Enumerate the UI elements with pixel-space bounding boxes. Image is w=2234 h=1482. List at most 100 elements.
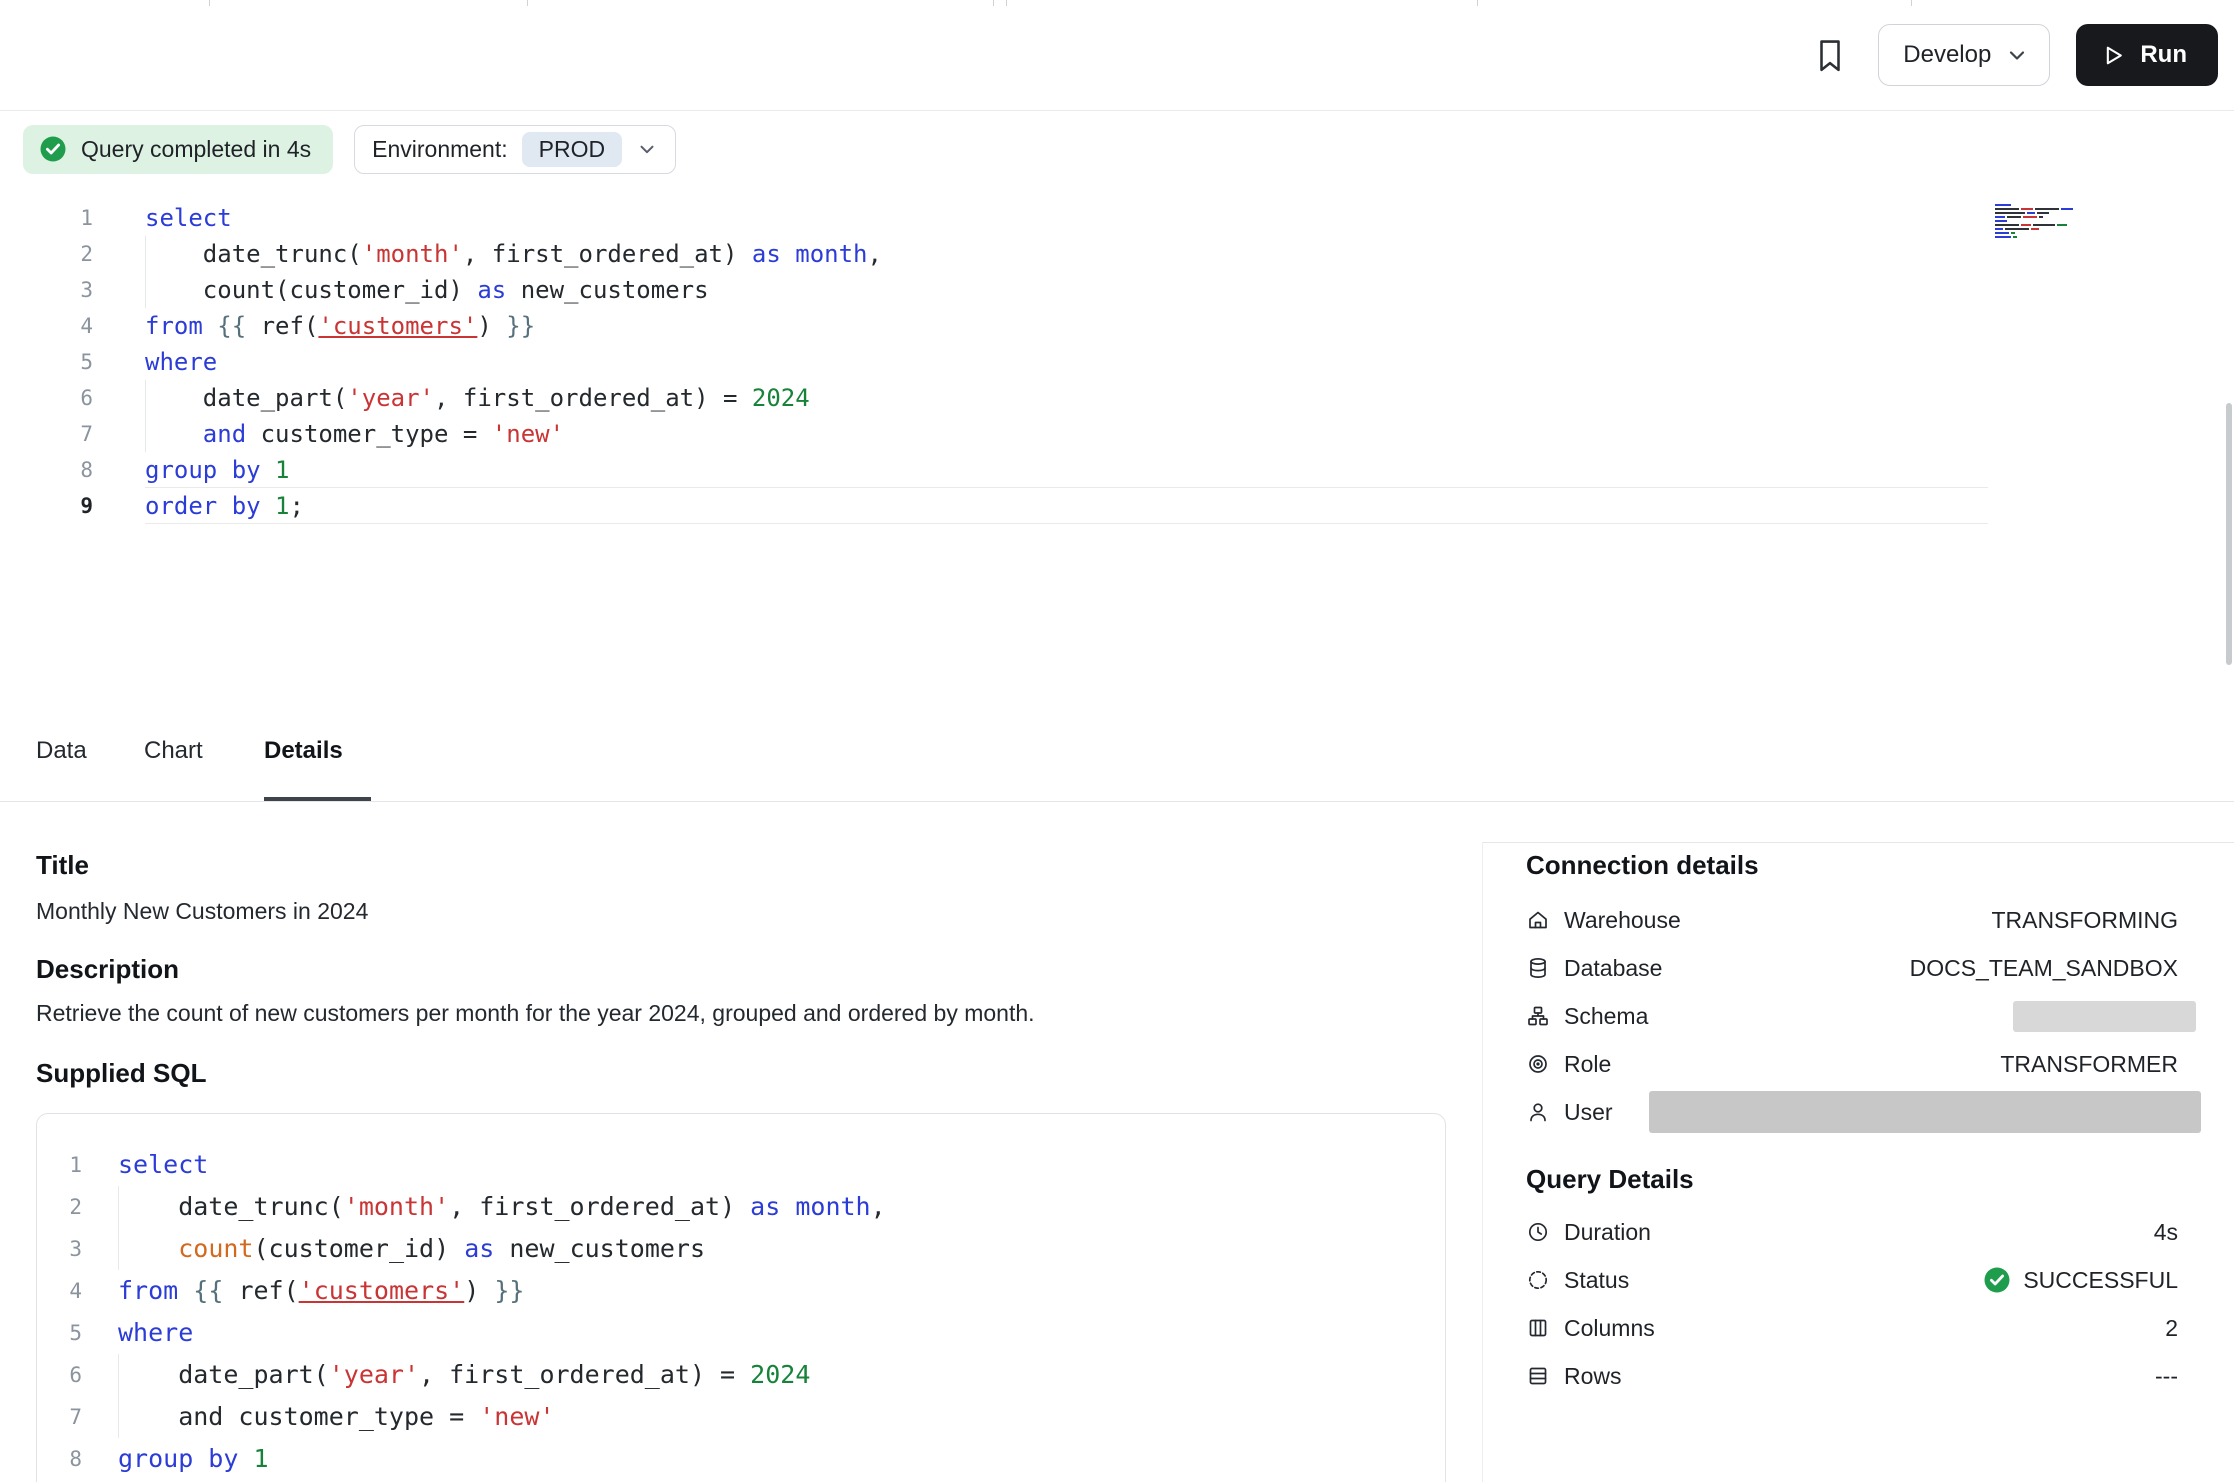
- title-value: Monthly New Customers in 2024: [36, 898, 368, 925]
- environment-dropdown[interactable]: Environment: PROD: [354, 125, 676, 174]
- code-line[interactable]: 7 and customer_type = 'new': [37, 1396, 1445, 1438]
- status-icon: [1526, 1268, 1550, 1292]
- connection-row-database: Database DOCS_TEAM_SANDBOX: [1526, 944, 2178, 992]
- row-label: Warehouse: [1564, 907, 1681, 934]
- app-window: Develop Run Query completed in 4s Enviro…: [0, 0, 2234, 1482]
- query-row-duration: Duration 4s: [1526, 1208, 2178, 1256]
- tab-separator: [993, 0, 994, 6]
- develop-dropdown-button[interactable]: Develop: [1878, 24, 2050, 86]
- tab-separator: [1911, 0, 1912, 6]
- schema-value-redacted: [2013, 1001, 2196, 1032]
- code-line[interactable]: 6 date_part('year', first_ordered_at) = …: [37, 1354, 1445, 1396]
- query-row-rows: Rows ---: [1526, 1352, 2178, 1400]
- code-line[interactable]: 2 date_trunc('month', first_ordered_at) …: [0, 236, 1988, 272]
- title-heading: Title: [36, 850, 89, 881]
- row-value: TRANSFORMING: [1991, 907, 2178, 934]
- code-line[interactable]: 3 count(customer_id) as new_customers: [0, 272, 1988, 308]
- line-number: 4: [0, 308, 93, 344]
- warehouse-icon: [1526, 908, 1550, 932]
- connection-row-user: User: [1526, 1088, 2178, 1136]
- tabs-divider: [0, 801, 2234, 802]
- run-button[interactable]: Run: [2076, 24, 2218, 86]
- code-line[interactable]: 4from {{ ref('customers') }}: [0, 308, 1988, 344]
- line-number: 9: [0, 488, 93, 524]
- bookmark-icon: [1813, 36, 1847, 74]
- query-details-list: Duration 4s Status SUCCESSFUL Columns 2: [1526, 1208, 2178, 1400]
- description-heading: Description: [36, 954, 179, 985]
- environment-label: Environment:: [372, 136, 508, 163]
- code-line[interactable]: 3 count(customer_id) as new_customers: [37, 1228, 1445, 1270]
- line-number: 3: [0, 272, 93, 308]
- line-number: 7: [0, 416, 93, 452]
- user-value-redacted: [1649, 1091, 2201, 1133]
- success-check-icon: [1982, 1265, 2012, 1295]
- code-line[interactable]: 7 and customer_type = 'new': [0, 416, 1988, 452]
- tab-separator: [1477, 0, 1478, 6]
- row-label: User: [1564, 1099, 1613, 1126]
- code-line[interactable]: 2 date_trunc('month', first_ordered_at) …: [37, 1186, 1445, 1228]
- sql-editor[interactable]: 1select2 date_trunc('month', first_order…: [0, 200, 1988, 524]
- supplied-sql-heading: Supplied SQL: [36, 1058, 206, 1089]
- code-line[interactable]: 5where: [0, 344, 1988, 380]
- editor-minimap[interactable]: [1995, 204, 2099, 240]
- row-label: Database: [1564, 955, 1662, 982]
- line-number: 7: [37, 1396, 82, 1438]
- indent-guide: [145, 380, 146, 452]
- rows-icon: [1526, 1364, 1550, 1388]
- code-line[interactable]: 9order by 1;: [0, 488, 1988, 524]
- database-icon: [1526, 956, 1550, 980]
- query-status-text: Query completed in 4s: [81, 136, 311, 163]
- row-label: Role: [1564, 1051, 1611, 1078]
- role-icon: [1526, 1052, 1550, 1076]
- row-value: TRANSFORMER: [2000, 1051, 2178, 1078]
- code-line[interactable]: 6 date_part('year', first_ordered_at) = …: [0, 380, 1988, 416]
- row-value: ---: [2155, 1363, 2178, 1390]
- query-status-pill: Query completed in 4s: [23, 125, 333, 174]
- right-panel-divider: [1482, 842, 2234, 843]
- description-value: Retrieve the count of new customers per …: [36, 1000, 1035, 1027]
- tab-chart[interactable]: Chart: [144, 737, 203, 765]
- duration-icon: [1526, 1220, 1550, 1244]
- line-number: 1: [0, 200, 93, 236]
- connection-details-heading: Connection details: [1526, 850, 1759, 881]
- row-label: Columns: [1564, 1315, 1655, 1342]
- tab-data[interactable]: Data: [36, 737, 87, 765]
- code-line[interactable]: 8group by 1: [0, 452, 1988, 488]
- code-line[interactable]: 1select: [37, 1144, 1445, 1186]
- query-statusbar: Query completed in 4s Environment: PROD: [23, 124, 676, 174]
- query-details-heading: Query Details: [1526, 1164, 1694, 1195]
- connection-row-role: Role TRANSFORMER: [1526, 1040, 2178, 1088]
- row-value: 4s: [2154, 1219, 2178, 1246]
- line-number: 5: [37, 1312, 82, 1354]
- line-number: 5: [0, 344, 93, 380]
- line-number: 2: [37, 1186, 82, 1228]
- indent-guide: [145, 236, 146, 308]
- code-line[interactable]: 5where: [37, 1312, 1445, 1354]
- row-value: SUCCESSFUL: [2023, 1267, 2178, 1294]
- row-label: Schema: [1564, 1003, 1648, 1030]
- user-icon: [1526, 1100, 1550, 1124]
- code-line[interactable]: 1select: [0, 200, 1988, 236]
- line-number: 2: [0, 236, 93, 272]
- row-label: Status: [1564, 1267, 1629, 1294]
- row-label: Rows: [1564, 1363, 1622, 1390]
- schema-icon: [1526, 1004, 1550, 1028]
- code-line[interactable]: 4from {{ ref('customers') }}: [37, 1270, 1445, 1312]
- line-number: 4: [37, 1270, 82, 1312]
- row-value: 2: [2165, 1315, 2178, 1342]
- tab-separator: [1006, 0, 1007, 6]
- connection-row-warehouse: Warehouse TRANSFORMING: [1526, 896, 2178, 944]
- connection-details-list: Warehouse TRANSFORMING Database DOCS_TEA…: [1526, 896, 2178, 1136]
- line-number: 6: [37, 1354, 82, 1396]
- code-line[interactable]: 8group by 1: [37, 1438, 1445, 1480]
- chevron-down-icon: [2005, 43, 2029, 67]
- run-label: Run: [2140, 41, 2187, 69]
- tab-details[interactable]: Details: [264, 737, 343, 765]
- vertical-scrollbar[interactable]: [2226, 403, 2232, 665]
- tab-separator: [209, 0, 210, 6]
- line-number: 1: [37, 1144, 82, 1186]
- bookmark-button[interactable]: [1808, 33, 1852, 77]
- chevron-down-icon: [636, 138, 658, 160]
- line-number: 3: [37, 1228, 82, 1270]
- query-row-status: Status SUCCESSFUL: [1526, 1256, 2178, 1304]
